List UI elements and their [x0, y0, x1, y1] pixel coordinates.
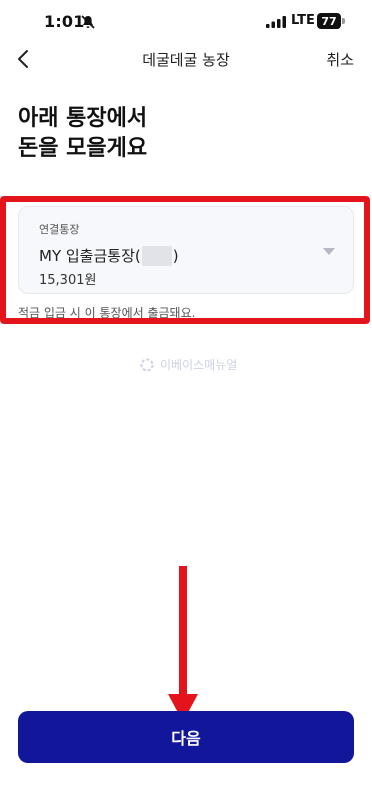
next-button[interactable]: 다음 [18, 711, 354, 763]
redacted-mask [141, 245, 172, 266]
status-time: 1:01 [44, 12, 85, 31]
account-label: 연결통장 [39, 223, 80, 236]
battery-icon: 77 [317, 13, 345, 29]
cancel-button[interactable]: 취소 [326, 49, 354, 70]
withdraw-notice: 적금 입금 시 이 통장에서 출금돼요. [18, 306, 196, 320]
battery-level: 77 [317, 13, 341, 29]
account-name: MY 입출금통장( ) [39, 245, 179, 266]
account-select[interactable]: 연결통장 MY 입출금통장( ) 15,301원 [18, 206, 354, 294]
account-name-suffix: ) [172, 246, 179, 265]
arrow-shaft [179, 566, 187, 696]
signal-icon [266, 16, 286, 28]
watermark-logo-icon [140, 358, 154, 371]
network-label: LTE [291, 13, 315, 28]
account-balance: 15,301원 [39, 273, 97, 288]
nav-bar: 데굴데굴 농장 취소 [0, 44, 372, 74]
headline: 아래 통장에서 돈을 모을게요 [18, 104, 147, 164]
watermark-text: 이베이스매뉴얼 [160, 358, 238, 372]
page-title: 데굴데굴 농장 [142, 51, 230, 69]
headline-line1: 아래 통장에서 [18, 106, 148, 131]
account-name-prefix: MY 입출금통장( [39, 247, 141, 265]
bell-muted-icon [81, 15, 95, 29]
watermark: 이베이스매뉴얼 [140, 356, 237, 373]
chevron-down-icon [323, 248, 335, 255]
status-bar: 1:01 LTE 77 [0, 0, 372, 44]
headline-line2: 돈을 모을게요 [18, 136, 148, 161]
